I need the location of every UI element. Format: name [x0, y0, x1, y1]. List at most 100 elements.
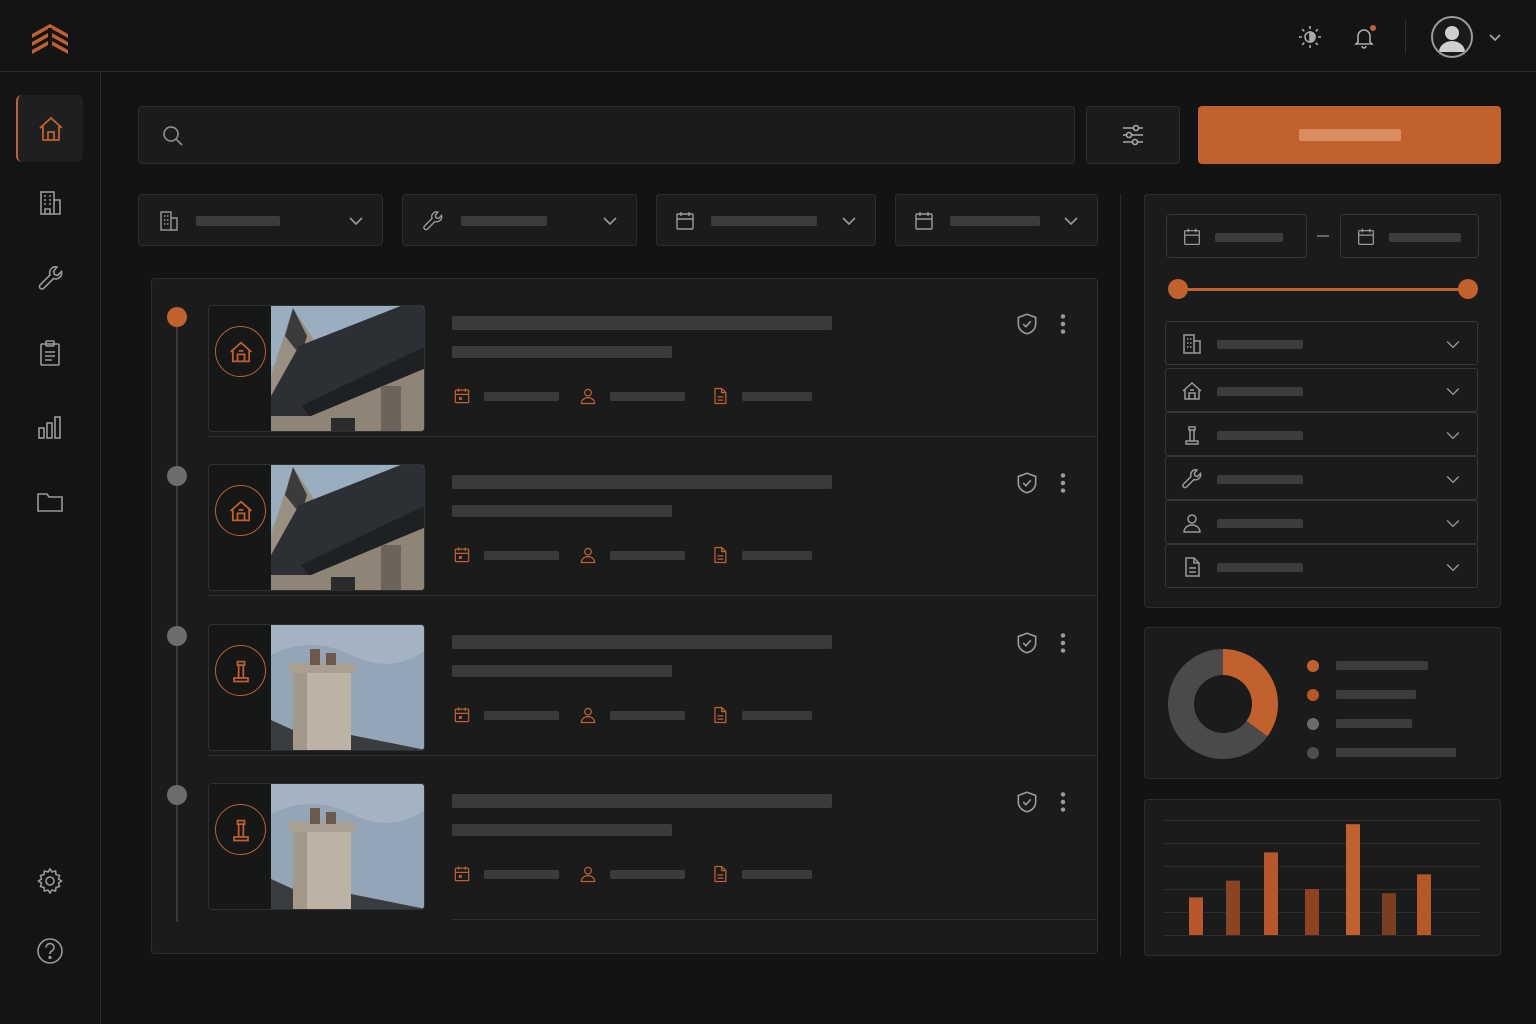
list-item-subtitle-placeholder: [452, 505, 672, 517]
vertical-separator: [1120, 194, 1121, 956]
range-start-date-input[interactable]: [1166, 214, 1307, 258]
list-item-meta-placeholder: [610, 392, 685, 401]
theme-toggle-icon[interactable]: [1295, 22, 1325, 52]
date-placeholder: [1215, 233, 1283, 242]
filter-accordion-chimney[interactable]: [1165, 412, 1478, 456]
filter-accordion-wrench[interactable]: [1165, 456, 1478, 500]
shield-check-icon[interactable]: [1014, 470, 1040, 496]
sidebar-item-maintenance[interactable]: [16, 244, 83, 311]
calendar-icon: [676, 212, 694, 230]
user-icon: [1180, 511, 1204, 535]
legend-label-placeholder: [1336, 690, 1416, 699]
range-end-date-input[interactable]: [1340, 214, 1479, 258]
chevron-down-icon: [1443, 425, 1463, 445]
chimney-icon: [215, 645, 266, 696]
filter-accordion-building[interactable]: [1165, 321, 1478, 365]
legend-swatch: [1307, 747, 1319, 759]
logo-icon[interactable]: [28, 18, 72, 58]
list-item-thumbnail[interactable]: [208, 305, 425, 432]
accordion-placeholder: [1217, 519, 1303, 528]
calendar-icon: [452, 864, 472, 884]
filter-settings-button[interactable]: [1086, 106, 1180, 164]
user-icon: [578, 545, 598, 565]
primary-action-label-placeholder: [1298, 129, 1401, 141]
sidebar-item-buildings[interactable]: [16, 169, 83, 236]
sidebar-item-files[interactable]: [16, 467, 83, 534]
range-dash: [1317, 235, 1329, 237]
accordion-placeholder: [1217, 340, 1303, 349]
legend-label-placeholder: [1336, 719, 1412, 728]
dropdown-placeholder: [196, 216, 280, 226]
list-item-thumbnail[interactable]: [208, 783, 425, 910]
list-item-meta-placeholder: [484, 870, 559, 879]
service-filter-dropdown[interactable]: [402, 194, 637, 246]
chevron-down-icon: [603, 217, 617, 226]
building-icon: [160, 211, 178, 231]
sidebar-item-help[interactable]: [16, 917, 83, 984]
more-options-icon[interactable]: [1050, 789, 1076, 815]
shield-check-icon[interactable]: [1014, 630, 1040, 656]
chevron-down-icon: [349, 217, 363, 226]
more-options-icon[interactable]: [1050, 311, 1076, 337]
chevron-down-icon: [1443, 334, 1463, 354]
date-placeholder: [1389, 233, 1461, 242]
roof-photo: [271, 306, 424, 431]
bar-chart: [1164, 820, 1480, 936]
filter-accordion-user[interactable]: [1165, 500, 1478, 544]
primary-action-button[interactable]: [1198, 106, 1501, 164]
roof-photo: [271, 465, 424, 590]
user-icon: [578, 864, 598, 884]
user-icon: [578, 705, 598, 725]
calendar-icon: [915, 212, 933, 230]
sidebar-item-analytics[interactable]: [16, 393, 83, 460]
bell-icon[interactable]: [1349, 22, 1379, 52]
legend-label-placeholder: [1336, 661, 1428, 670]
bar: [1417, 874, 1431, 935]
accordion-placeholder: [1217, 475, 1303, 484]
filter-accordion-document[interactable]: [1165, 544, 1478, 588]
sidebar-item-home[interactable]: [16, 95, 83, 162]
document-icon: [710, 545, 730, 565]
legend-swatch: [1307, 660, 1319, 672]
range-slider-end-handle[interactable]: [1458, 279, 1478, 299]
chimney-icon: [215, 804, 266, 855]
more-options-icon[interactable]: [1050, 470, 1076, 496]
avatar[interactable]: [1431, 16, 1473, 58]
sidebar-item-settings[interactable]: [16, 847, 83, 914]
bar: [1305, 889, 1319, 935]
bar: [1346, 824, 1360, 935]
sidebar-item-reports[interactable]: [16, 319, 83, 386]
list-item-thumbnail[interactable]: [208, 624, 425, 751]
building-filter-dropdown[interactable]: [138, 194, 383, 246]
timeline-dot: [167, 785, 187, 805]
chevron-down-icon: [842, 217, 856, 226]
list-item-meta-placeholder: [742, 870, 812, 879]
chimney-photo: [271, 784, 424, 909]
chimney-icon: [1180, 423, 1204, 447]
list-item-meta-placeholder: [484, 551, 559, 560]
accordion-placeholder: [1217, 387, 1303, 396]
account-chevron-down-icon[interactable]: [1480, 22, 1510, 52]
document-icon: [710, 386, 730, 406]
shield-check-icon[interactable]: [1014, 789, 1040, 815]
row-divider: [452, 919, 1097, 920]
user-icon: [578, 386, 598, 406]
end-date-filter-dropdown[interactable]: [895, 194, 1098, 246]
range-slider-track[interactable]: [1178, 288, 1468, 291]
list-item-thumbnail[interactable]: [208, 464, 425, 591]
timeline-dot: [167, 466, 187, 486]
start-date-filter-dropdown[interactable]: [656, 194, 876, 246]
shield-check-icon[interactable]: [1014, 311, 1040, 337]
list-item-meta-placeholder: [610, 711, 685, 720]
more-options-icon[interactable]: [1050, 630, 1076, 656]
calendar-icon: [1358, 228, 1374, 245]
chevron-down-icon: [1064, 217, 1078, 226]
folder-icon: [36, 492, 63, 512]
range-slider-start-handle[interactable]: [1168, 279, 1188, 299]
bar: [1226, 880, 1240, 935]
wrench-icon: [423, 211, 443, 231]
wrench-icon: [1180, 467, 1204, 491]
timeline-line: [176, 318, 178, 922]
filter-accordion-house[interactable]: [1165, 368, 1478, 412]
search-input[interactable]: [138, 106, 1075, 164]
